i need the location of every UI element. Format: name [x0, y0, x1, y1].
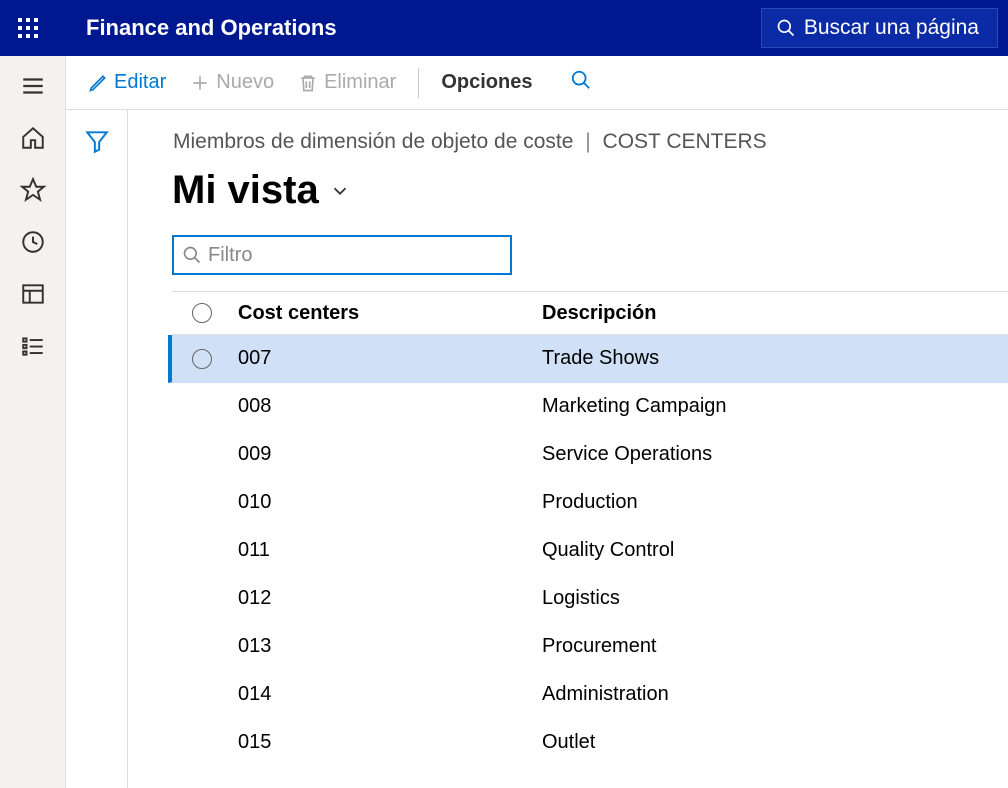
table-row[interactable]: 015Outlet — [172, 719, 1008, 767]
cell-desc: Quality Control — [542, 539, 1008, 562]
cell-code: 007 — [232, 347, 542, 370]
left-nav — [0, 56, 66, 788]
cell-desc: Administration — [542, 683, 1008, 706]
cell-desc: Logistics — [542, 587, 1008, 610]
topbar: Finance and Operations Buscar una página — [0, 0, 1008, 56]
main-area: Editar Nuevo Eliminar Opciones — [66, 56, 1008, 788]
global-search-label: Buscar una página — [804, 16, 979, 40]
row-selector[interactable] — [172, 445, 232, 465]
table-row[interactable]: 007Trade Shows — [168, 335, 1008, 383]
cell-code: 010 — [232, 491, 542, 514]
clock-icon — [20, 229, 46, 255]
cell-code: 009 — [232, 443, 542, 466]
options-label: Opciones — [441, 71, 532, 94]
delete-label: Eliminar — [324, 71, 396, 94]
funnel-icon — [84, 128, 110, 154]
row-selector[interactable] — [172, 589, 232, 609]
col-header-desc[interactable]: Descripción — [542, 302, 1008, 325]
pencil-icon — [88, 73, 108, 93]
table-row[interactable]: 013Procurement — [172, 623, 1008, 671]
separator — [418, 68, 419, 98]
cell-code: 011 — [232, 539, 542, 562]
workspace-icon — [20, 281, 46, 307]
nav-home[interactable] — [0, 112, 66, 164]
table-row[interactable]: 012Logistics — [172, 575, 1008, 623]
quick-filter[interactable] — [172, 235, 512, 275]
cell-desc: Trade Shows — [542, 347, 1008, 370]
app-title: Finance and Operations — [86, 15, 761, 41]
row-selector[interactable] — [172, 637, 232, 657]
cell-code: 013 — [232, 635, 542, 658]
new-button[interactable]: Nuevo — [180, 65, 284, 100]
search-icon — [776, 18, 796, 38]
nav-recent[interactable] — [0, 216, 66, 268]
row-selector[interactable] — [172, 685, 232, 705]
cell-desc: Procurement — [542, 635, 1008, 658]
cell-desc: Outlet — [542, 731, 1008, 754]
delete-button[interactable]: Eliminar — [288, 65, 406, 100]
cell-code: 008 — [232, 395, 542, 418]
breadcrumb-part1[interactable]: Miembros de dimensión de objeto de coste — [173, 130, 573, 153]
cell-desc: Production — [542, 491, 1008, 514]
breadcrumb-part2[interactable]: COST CENTERS — [603, 130, 767, 153]
cell-desc: Marketing Campaign — [542, 395, 1008, 418]
cell-code: 015 — [232, 731, 542, 754]
nav-modules[interactable] — [0, 320, 66, 372]
chevron-down-icon — [329, 180, 351, 202]
action-bar: Editar Nuevo Eliminar Opciones — [66, 56, 1008, 110]
data-grid: Cost centers Descripción 007Trade Shows 0… — [172, 291, 1008, 767]
new-label: Nuevo — [216, 71, 274, 94]
grid-header: Cost centers Descripción — [172, 291, 1008, 335]
view-selector[interactable]: Mi vista — [128, 168, 1008, 213]
hamburger-icon — [20, 73, 46, 99]
breadcrumb: Miembros de dimensión de objeto de coste… — [128, 130, 1008, 154]
global-search-button[interactable]: Buscar una página — [761, 8, 998, 48]
star-icon — [20, 177, 46, 203]
cell-code: 012 — [232, 587, 542, 610]
filter-pane-toggle[interactable] — [66, 110, 128, 788]
table-row[interactable]: 009Service Operations — [172, 431, 1008, 479]
col-header-code[interactable]: Cost centers — [232, 302, 542, 325]
search-icon — [182, 245, 202, 265]
row-selector[interactable] — [172, 541, 232, 561]
content: Miembros de dimensión de objeto de coste… — [128, 110, 1008, 788]
row-selector[interactable] — [172, 733, 232, 753]
waffle-icon — [18, 18, 38, 38]
row-selector[interactable] — [172, 397, 232, 417]
edit-label: Editar — [114, 71, 166, 94]
search-icon — [570, 69, 592, 91]
filter-input[interactable] — [208, 244, 502, 267]
hamburger-button[interactable] — [0, 60, 66, 112]
home-icon — [20, 125, 46, 151]
table-row[interactable]: 008Marketing Campaign — [172, 383, 1008, 431]
row-selector[interactable] — [172, 493, 232, 513]
nav-workspaces[interactable] — [0, 268, 66, 320]
search-in-page-button[interactable] — [570, 69, 592, 96]
app-launcher-icon[interactable] — [0, 0, 56, 56]
options-button[interactable]: Opciones — [431, 65, 542, 100]
table-row[interactable]: 011Quality Control — [172, 527, 1008, 575]
edit-button[interactable]: Editar — [78, 65, 176, 100]
view-title-text: Mi vista — [172, 168, 319, 213]
table-row[interactable]: 010Production — [172, 479, 1008, 527]
list-icon — [20, 333, 46, 359]
row-selector[interactable] — [172, 349, 232, 369]
select-all[interactable] — [172, 303, 232, 323]
table-row[interactable]: 014Administration — [172, 671, 1008, 719]
cell-code: 014 — [232, 683, 542, 706]
cell-desc: Service Operations — [542, 443, 1008, 466]
nav-favorites[interactable] — [0, 164, 66, 216]
plus-icon — [190, 73, 210, 93]
trash-icon — [298, 73, 318, 93]
breadcrumb-sep: | — [585, 130, 596, 153]
